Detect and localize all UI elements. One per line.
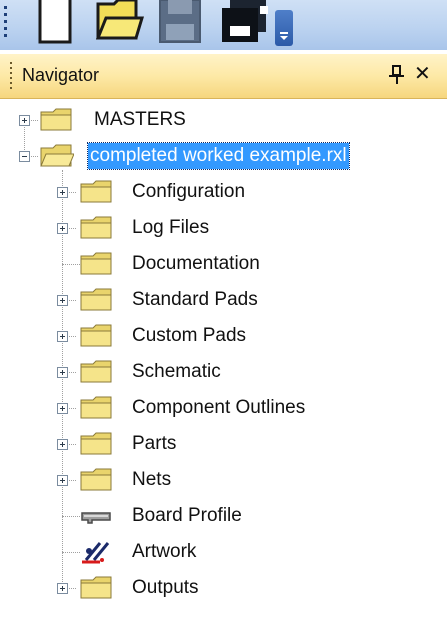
tree-node-label: Configuration [132,181,246,202]
folder-icon [80,576,112,599]
expand-toggle[interactable] [57,475,68,486]
open-button[interactable] [96,0,144,46]
tree-node-label: Artwork [132,541,197,562]
folder-icon [80,180,112,203]
tree-node-label: MASTERS [94,109,186,130]
tree-node-custom-pads[interactable]: Custom Pads [0,321,447,351]
tree-node-label: Nets [132,469,172,490]
tree-node-label: Schematic [132,361,221,382]
folder-icon [80,360,112,383]
folder-icon [80,216,112,239]
tree-node-outputs[interactable]: Outputs [0,573,447,603]
pin-icon [389,65,404,84]
tree-node-documentation[interactable]: Documentation [0,249,447,279]
tree-node-masters[interactable]: MASTERS [0,105,447,135]
board-profile-icon [81,512,111,524]
save-all-icon [222,0,268,42]
tree-node-label: Documentation [132,253,260,274]
tree-node-label: Standard Pads [132,289,258,310]
tree-node-configuration[interactable]: Configuration [0,177,447,207]
folder-icon [80,288,112,311]
navigator-tree: MASTERS completed worked example.rxl Con… [0,98,447,621]
save-all-button[interactable] [220,0,272,46]
tree-node-schematic[interactable]: Schematic [0,357,447,387]
toolbar-grip[interactable] [4,6,8,46]
navigator-title: Navigator [22,65,100,85]
tree-node-label: Outputs [132,577,199,598]
tree-node-standard-pads[interactable]: Standard Pads [0,285,447,315]
tree-node-label-selected: completed worked example.rxl [87,142,350,170]
folder-icon [80,432,112,455]
tree-node-project[interactable]: completed worked example.rxl [0,141,447,171]
tree-node-label: Board Profile [132,505,242,526]
toolbar-overflow-button[interactable] [275,10,293,46]
tree-node-component-outlines[interactable]: Component Outlines [0,393,447,423]
tree-node-label: Component Outlines [132,397,306,418]
tree-node-parts[interactable]: Parts [0,429,447,459]
navigator-header: Navigator ✕ [0,54,447,99]
open-folder-icon [96,0,144,40]
tree-node-board-profile[interactable]: Board Profile [0,501,447,531]
expand-toggle[interactable] [19,115,30,126]
collapse-toggle[interactable] [19,151,30,162]
new-document-icon [38,0,72,44]
expand-toggle[interactable] [57,187,68,198]
close-button[interactable]: ✕ [414,62,431,86]
tree-node-nets[interactable]: Nets [0,465,447,495]
folder-icon [80,252,112,275]
tree-node-label: Parts [132,433,177,454]
expand-toggle[interactable] [57,403,68,414]
expand-toggle[interactable] [57,223,68,234]
pin-button[interactable] [388,65,406,85]
folder-icon [80,468,112,491]
toolbar-overflow-icon [280,32,288,40]
folder-icon [80,396,112,419]
expand-toggle[interactable] [57,367,68,378]
tree-node-label: Log Files [132,217,210,238]
panel-grip[interactable] [10,62,13,90]
expand-toggle[interactable] [57,295,68,306]
tree-node-label: Custom Pads [132,325,247,346]
expand-toggle[interactable] [57,439,68,450]
folder-icon [40,108,72,131]
expand-toggle[interactable] [57,331,68,342]
new-document-button[interactable] [38,0,78,46]
expand-toggle[interactable] [57,583,68,594]
tree-node-artwork[interactable]: Artwork [0,537,447,567]
save-disk-icon [159,0,201,43]
open-folder-icon [40,144,74,167]
tree-node-log-files[interactable]: Log Files [0,213,447,243]
folder-icon [80,324,112,347]
save-button[interactable] [158,0,206,46]
artwork-icon [82,542,110,564]
main-toolbar [0,0,447,50]
